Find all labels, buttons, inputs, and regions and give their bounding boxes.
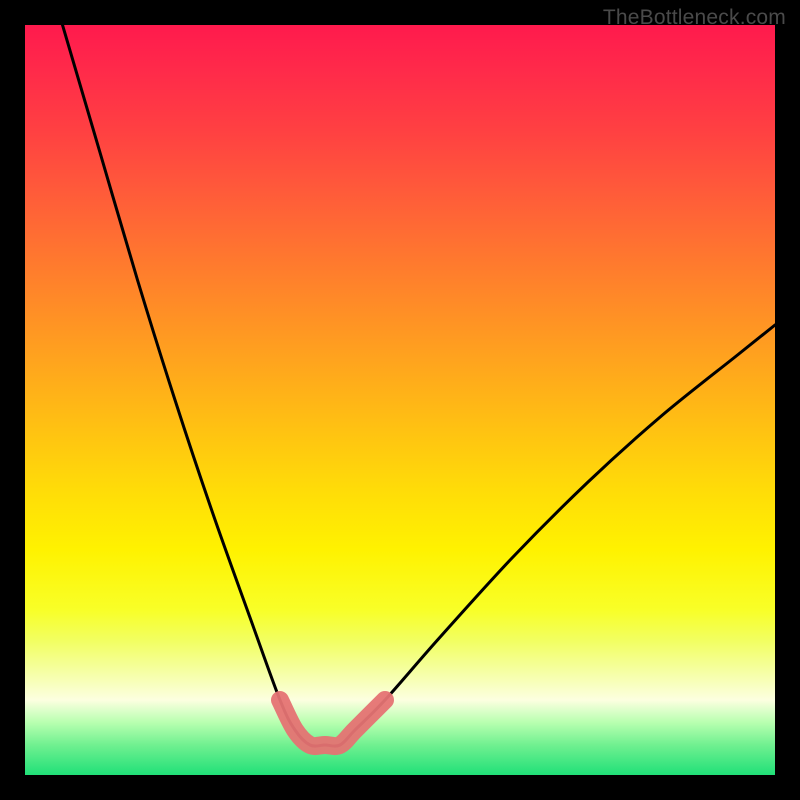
bottleneck-curve-path <box>63 25 776 746</box>
chart-svg <box>25 25 775 775</box>
valley-highlight-path <box>280 700 385 746</box>
chart-frame <box>25 25 775 775</box>
